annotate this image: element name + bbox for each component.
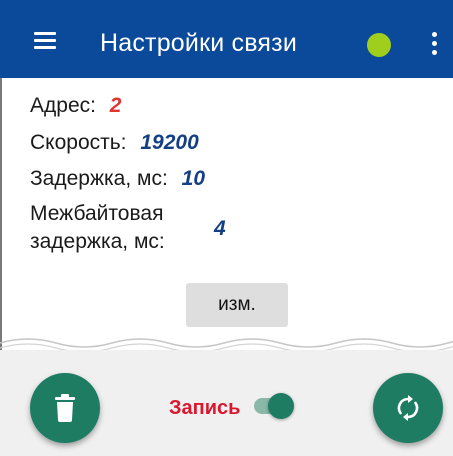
delay-row: Задержка, мс: 10 <box>30 167 205 191</box>
interbyte-delay-label: Межбайтовая задержка, мс: <box>30 202 165 253</box>
delay-label: Задержка, мс: <box>30 167 168 190</box>
sync-icon <box>397 395 419 421</box>
interbyte-delay-value: 4 <box>214 217 226 240</box>
interbyte-delay-row: Межбайтовая задержка, мс: 4 <box>30 200 226 256</box>
delay-value: 10 <box>181 167 205 190</box>
more-vertical-icon[interactable] <box>430 32 438 56</box>
delete-button[interactable] <box>30 373 100 443</box>
speed-value: 19200 <box>140 131 199 154</box>
address-row: Адрес: 2 <box>30 94 121 118</box>
speed-label: Скорость: <box>30 131 127 154</box>
toggle-knob <box>268 393 294 419</box>
speed-row: Скорость: 19200 <box>30 131 199 155</box>
hamburger-menu-icon[interactable] <box>34 32 56 49</box>
status-indicator-icon <box>367 33 391 57</box>
edit-button[interactable]: изм. <box>186 283 288 327</box>
record-label: Запись <box>169 397 241 419</box>
address-label: Адрес: <box>30 94 96 117</box>
sync-button[interactable] <box>373 373 443 443</box>
address-value: 2 <box>109 94 122 117</box>
page-title: Настройки связи <box>100 29 297 57</box>
record-toggle[interactable] <box>252 392 296 420</box>
app-bar: Настройки связи <box>0 0 453 78</box>
trash-icon <box>55 394 75 422</box>
